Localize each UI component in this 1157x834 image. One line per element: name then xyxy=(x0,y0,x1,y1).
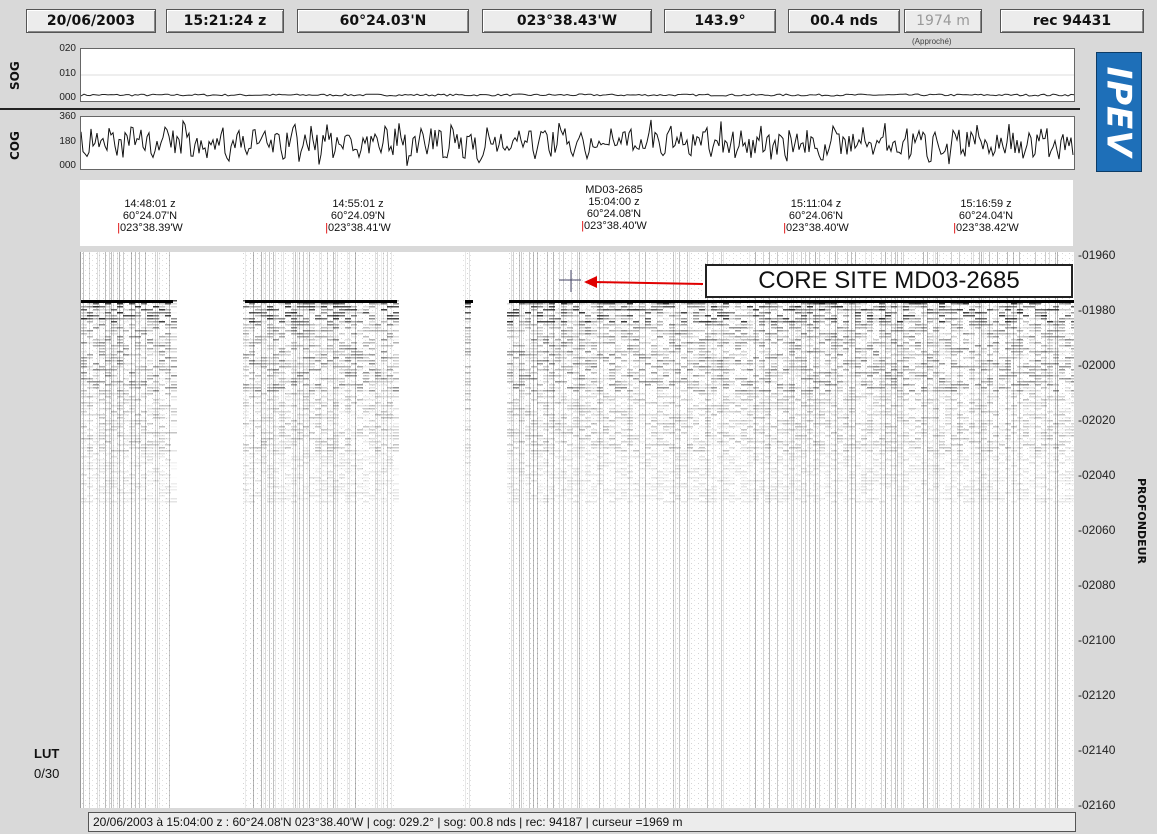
depth-tick: -01960 xyxy=(1078,248,1116,262)
depth-tick: -01980 xyxy=(1078,303,1116,317)
cog-tick-min: 000 xyxy=(59,160,76,171)
depth-axis-label: PROFONDEUR xyxy=(1135,478,1148,565)
sog-tick-mid: 010 xyxy=(59,68,76,79)
depth-tick: -02020 xyxy=(1078,413,1116,427)
cog-trace xyxy=(80,119,1074,166)
lut-value[interactable]: 0/30 xyxy=(34,766,59,781)
depth-approx-note: (Approché) xyxy=(912,37,952,46)
sog-plot xyxy=(80,48,1075,102)
depth-tick: -02140 xyxy=(1078,743,1116,757)
sog-trace xyxy=(80,74,1075,97)
depth-tick: -02120 xyxy=(1078,688,1116,702)
longitude-readout: 023°38.43'W xyxy=(482,9,652,33)
date-readout: 20/06/2003 xyxy=(26,9,156,33)
ipev-logo: IPEV xyxy=(1096,52,1142,172)
depth-tick: -02100 xyxy=(1078,633,1116,647)
speed-readout: 00.4 nds xyxy=(788,9,900,33)
depth-tick: -02160 xyxy=(1078,798,1116,812)
record-readout: rec 94431 xyxy=(1000,9,1144,33)
nav-marker: 15:11:04 z 60°24.06'N |023°38.40'W xyxy=(783,198,849,234)
nav-marker-row: 14:48:01 z 60°24.07'N |023°38.39'W 14:55:… xyxy=(80,180,1073,246)
cog-tick-mid: 180 xyxy=(59,136,76,147)
status-bar: 20/06/2003 à 15:04:00 z : 60°24.08'N 023… xyxy=(88,812,1076,832)
depth-tick: -02080 xyxy=(1078,578,1116,592)
cog-tick-max: 360 xyxy=(59,111,76,122)
nav-marker: 14:55:01 z 60°24.09'N |023°38.41'W xyxy=(325,198,391,234)
echogram-image xyxy=(81,252,1077,808)
cog-plot xyxy=(80,116,1075,170)
lut-label: LUT xyxy=(34,746,60,761)
strip-divider xyxy=(0,108,1080,110)
nav-marker-core-site: MD03-2685 15:04:00 z 60°24.08'N |023°38.4… xyxy=(581,184,647,232)
latitude-readout: 60°24.03'N xyxy=(297,9,469,33)
depth-readout: 1974 m xyxy=(904,9,982,33)
nav-marker: 14:48:01 z 60°24.07'N |023°38.39'W xyxy=(117,198,183,234)
core-site-annotation: CORE SITE MD03-2685 xyxy=(705,264,1073,298)
echogram-panel[interactable] xyxy=(80,252,1077,808)
heading-readout: 143.9° xyxy=(664,9,776,33)
depth-tick: -02040 xyxy=(1078,468,1116,482)
cog-label: COG xyxy=(8,131,22,160)
depth-tick: -02060 xyxy=(1078,523,1116,537)
depth-tick: -02000 xyxy=(1078,358,1116,372)
sog-label: SOG xyxy=(8,61,22,90)
nav-marker: 15:16:59 z 60°24.04'N |023°38.42'W xyxy=(953,198,1019,234)
time-readout: 15:21:24 z xyxy=(166,9,284,33)
sog-tick-max: 020 xyxy=(59,43,76,54)
sog-tick-min: 000 xyxy=(59,92,76,103)
